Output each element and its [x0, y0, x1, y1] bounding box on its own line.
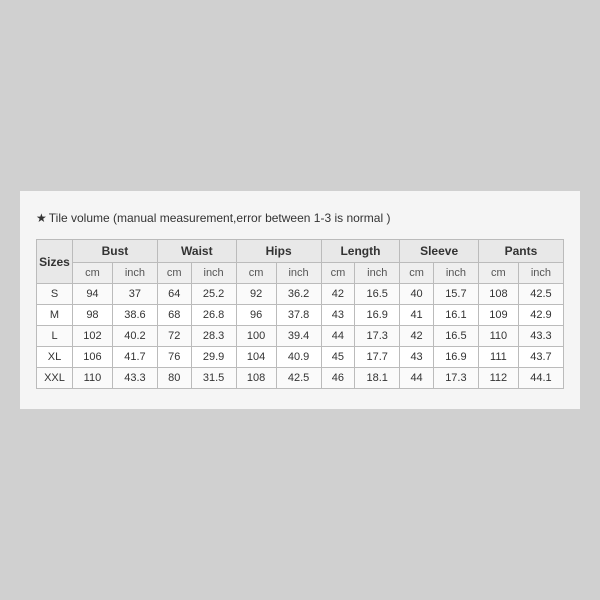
cell-value: 42.5: [276, 368, 321, 389]
cell-value: 80: [157, 368, 191, 389]
cell-value: 42.5: [518, 284, 563, 305]
cell-value: 40.2: [112, 326, 157, 347]
cell-value: 28.3: [191, 326, 236, 347]
size-label: M: [37, 305, 73, 326]
cell-value: 68: [157, 305, 191, 326]
size-table-body: S94376425.29236.24216.54015.710842.5M983…: [37, 284, 564, 389]
cell-value: 108: [236, 368, 276, 389]
cell-value: 108: [478, 284, 518, 305]
cell-value: 46: [321, 368, 355, 389]
star-icon: ★: [36, 211, 47, 225]
cell-value: 44: [400, 368, 434, 389]
cell-value: 44.1: [518, 368, 563, 389]
measurement-note: ★Tile volume (manual measurement,error b…: [36, 211, 564, 225]
cell-value: 31.5: [191, 368, 236, 389]
cell-value: 16.5: [433, 326, 478, 347]
cell-value: 110: [73, 368, 113, 389]
cell-value: 43: [400, 347, 434, 368]
cell-value: 41: [400, 305, 434, 326]
table-row: M9838.66826.89637.84316.94116.110942.9: [37, 305, 564, 326]
cell-value: 25.2: [191, 284, 236, 305]
hips-header: Hips: [236, 240, 321, 263]
cell-value: 16.5: [355, 284, 400, 305]
cell-value: 98: [73, 305, 113, 326]
pants-cm-unit: cm: [478, 263, 518, 284]
cell-value: 36.2: [276, 284, 321, 305]
cell-value: 64: [157, 284, 191, 305]
bust-cm-unit: cm: [73, 263, 113, 284]
sleeve-cm-unit: cm: [400, 263, 434, 284]
cell-value: 45: [321, 347, 355, 368]
cell-value: 109: [478, 305, 518, 326]
group-header-row: Sizes Bust Waist Hips Length Sleeve Pant…: [37, 240, 564, 263]
cell-value: 43: [321, 305, 355, 326]
cell-value: 16.9: [355, 305, 400, 326]
cell-value: 42: [400, 326, 434, 347]
unit-row: cm inch cm inch cm inch cm inch cm inch …: [37, 263, 564, 284]
size-label: S: [37, 284, 73, 305]
cell-value: 100: [236, 326, 276, 347]
cell-value: 37.8: [276, 305, 321, 326]
cell-value: 26.8: [191, 305, 236, 326]
cell-value: 104: [236, 347, 276, 368]
cell-value: 111: [478, 347, 518, 368]
cell-value: 110: [478, 326, 518, 347]
cell-value: 40.9: [276, 347, 321, 368]
table-row: L10240.27228.310039.44417.34216.511043.3: [37, 326, 564, 347]
bust-header: Bust: [73, 240, 158, 263]
sleeve-header: Sleeve: [400, 240, 479, 263]
cell-value: 17.3: [433, 368, 478, 389]
cell-value: 40: [400, 284, 434, 305]
cell-value: 18.1: [355, 368, 400, 389]
cell-value: 43.7: [518, 347, 563, 368]
cell-value: 43.3: [112, 368, 157, 389]
cell-value: 112: [478, 368, 518, 389]
cell-value: 17.3: [355, 326, 400, 347]
cell-value: 102: [73, 326, 113, 347]
waist-cm-unit: cm: [157, 263, 191, 284]
cell-value: 39.4: [276, 326, 321, 347]
cell-value: 37: [112, 284, 157, 305]
cell-value: 44: [321, 326, 355, 347]
table-row: S94376425.29236.24216.54015.710842.5: [37, 284, 564, 305]
cell-value: 43.3: [518, 326, 563, 347]
size-chart-container: ★Tile volume (manual measurement,error b…: [20, 191, 580, 409]
cell-value: 94: [73, 284, 113, 305]
cell-value: 42.9: [518, 305, 563, 326]
length-cm-unit: cm: [321, 263, 355, 284]
cell-value: 17.7: [355, 347, 400, 368]
cell-value: 41.7: [112, 347, 157, 368]
waist-header: Waist: [157, 240, 236, 263]
pants-inch-unit: inch: [518, 263, 563, 284]
cell-value: 76: [157, 347, 191, 368]
hips-cm-unit: cm: [236, 263, 276, 284]
pants-header: Pants: [478, 240, 563, 263]
size-label: XXL: [37, 368, 73, 389]
cell-value: 38.6: [112, 305, 157, 326]
cell-value: 16.1: [433, 305, 478, 326]
table-row: XXL11043.38031.510842.54618.14417.311244…: [37, 368, 564, 389]
cell-value: 42: [321, 284, 355, 305]
length-header: Length: [321, 240, 400, 263]
table-row: XL10641.77629.910440.94517.74316.911143.…: [37, 347, 564, 368]
size-label: L: [37, 326, 73, 347]
cell-value: 92: [236, 284, 276, 305]
cell-value: 29.9: [191, 347, 236, 368]
sizes-header: Sizes: [37, 240, 73, 284]
cell-value: 72: [157, 326, 191, 347]
size-table: Sizes Bust Waist Hips Length Sleeve Pant…: [36, 239, 564, 389]
bust-inch-unit: inch: [112, 263, 157, 284]
sleeve-inch-unit: inch: [433, 263, 478, 284]
cell-value: 16.9: [433, 347, 478, 368]
length-inch-unit: inch: [355, 263, 400, 284]
waist-inch-unit: inch: [191, 263, 236, 284]
cell-value: 15.7: [433, 284, 478, 305]
cell-value: 96: [236, 305, 276, 326]
hips-inch-unit: inch: [276, 263, 321, 284]
cell-value: 106: [73, 347, 113, 368]
size-label: XL: [37, 347, 73, 368]
